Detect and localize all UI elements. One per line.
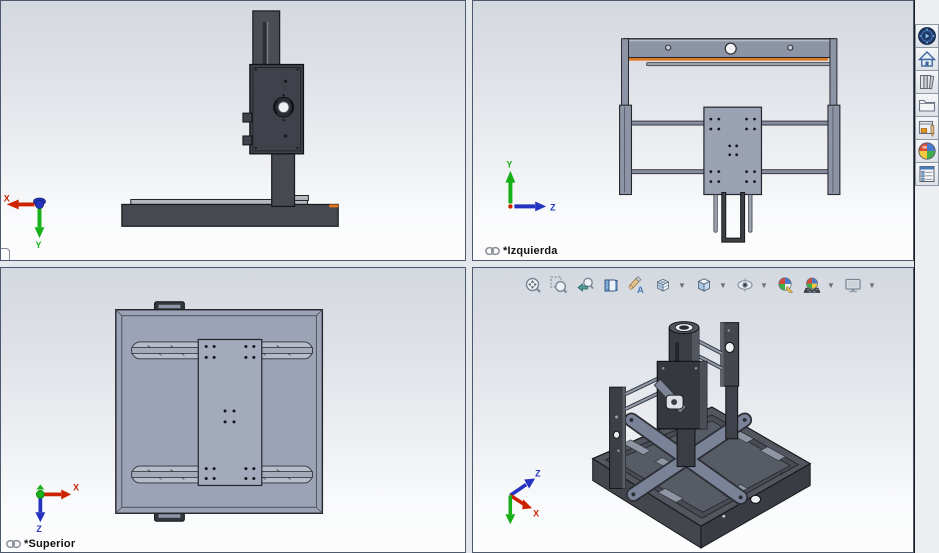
hide-show-items-dropdown[interactable]: ▼ [759,273,769,297]
svg-text:Z: Z [535,469,541,479]
zoom-to-fit-button[interactable] [521,273,545,297]
view-orientation-dropdown[interactable]: ▼ [677,273,687,297]
zoom-to-area-icon [550,276,568,294]
svg-text:A: A [637,285,644,294]
view-label-text: *Izquierda [503,245,558,257]
viewport-splitter-horizontal[interactable] [0,261,914,267]
custom-properties-icon [917,164,937,184]
triad-superior: X Z [35,482,79,534]
appearances-sphere-icon [917,141,937,161]
view-palette-icon [917,118,937,138]
custom-properties-tab[interactable] [915,162,939,186]
view-annotations-button[interactable]: A [625,273,649,297]
superior-view-drawing[interactable]: X Z [1,268,465,552]
hide-show-items-button[interactable] [733,273,757,297]
edit-appearance-button[interactable] [774,273,798,297]
apply-scene-button[interactable] [800,273,824,297]
task-pane [914,0,939,553]
home-icon [917,49,937,69]
apply-scene-dropdown[interactable]: ▼ [826,273,836,297]
isometric-view-drawing[interactable]: Z X [473,268,913,552]
previous-view-icon [576,276,594,294]
svg-text:X: X [4,193,10,203]
folder-icon [917,95,937,115]
view-orientation-icon [654,276,672,294]
home-tab[interactable] [915,47,939,71]
svg-text:Z: Z [550,202,556,212]
section-view-icon [602,276,620,294]
edit-appearance-icon [777,276,795,294]
viewport-izquierda[interactable]: Y Z *Izquierda [472,0,914,261]
svg-text:Z: Z [36,524,42,534]
display-style-dropdown[interactable]: ▼ [718,273,728,297]
zoom-to-fit-icon [524,276,542,294]
section-view-button[interactable] [599,273,623,297]
view-orientation-button[interactable] [651,273,675,297]
viewport-front[interactable]: X Y [0,0,466,261]
front-view-drawing[interactable]: X Y [1,1,465,260]
task-pane-spacer [915,0,939,25]
view-settings-icon [844,276,862,294]
appearances-scenes-tab[interactable] [915,139,939,163]
viewport-isometric[interactable]: Z X [472,267,914,553]
triad-isometric: Z X [505,469,541,525]
view-settings-button[interactable] [841,273,865,297]
svg-text:Y: Y [506,160,512,170]
svg-text:X: X [533,508,539,518]
file-explorer-tab[interactable] [915,93,939,117]
solidworks-resources-tab[interactable] [915,24,939,48]
solidworks-resources-icon [917,26,937,46]
svg-text:Y: Y [36,240,42,250]
view-label-text: *Superior [24,538,75,550]
view-annotations-icon: A [628,276,646,294]
svg-text:X: X [73,482,79,492]
display-style-icon [695,276,713,294]
viewport-splitter-vertical[interactable] [466,0,472,553]
solidworks-four-view-workspace: X Y [0,0,939,553]
viewport-superior[interactable]: X Z *Superior [0,267,466,553]
heads-up-view-toolbar: A ▼ [521,273,880,297]
previous-view-button[interactable] [573,273,597,297]
hide-show-items-icon [736,276,754,294]
triad-izquierda: Y Z [505,160,556,213]
display-style-button[interactable] [692,273,716,297]
apply-scene-icon [803,276,821,294]
izquierda-view-drawing[interactable]: Y Z [473,1,913,260]
view-orientation-label: *Izquierda [485,245,558,257]
view-settings-dropdown[interactable]: ▼ [867,273,877,297]
triad-front: X Y [4,193,46,250]
design-library-tab[interactable] [915,70,939,94]
design-library-icon [917,72,937,92]
chain-link-icon [485,246,500,256]
zoom-to-area-button[interactable] [547,273,571,297]
chain-link-icon [6,539,21,549]
view-palette-tab[interactable] [915,116,939,140]
view-orientation-label: *Superior [6,538,75,550]
clipped-label-fragment [0,248,10,261]
